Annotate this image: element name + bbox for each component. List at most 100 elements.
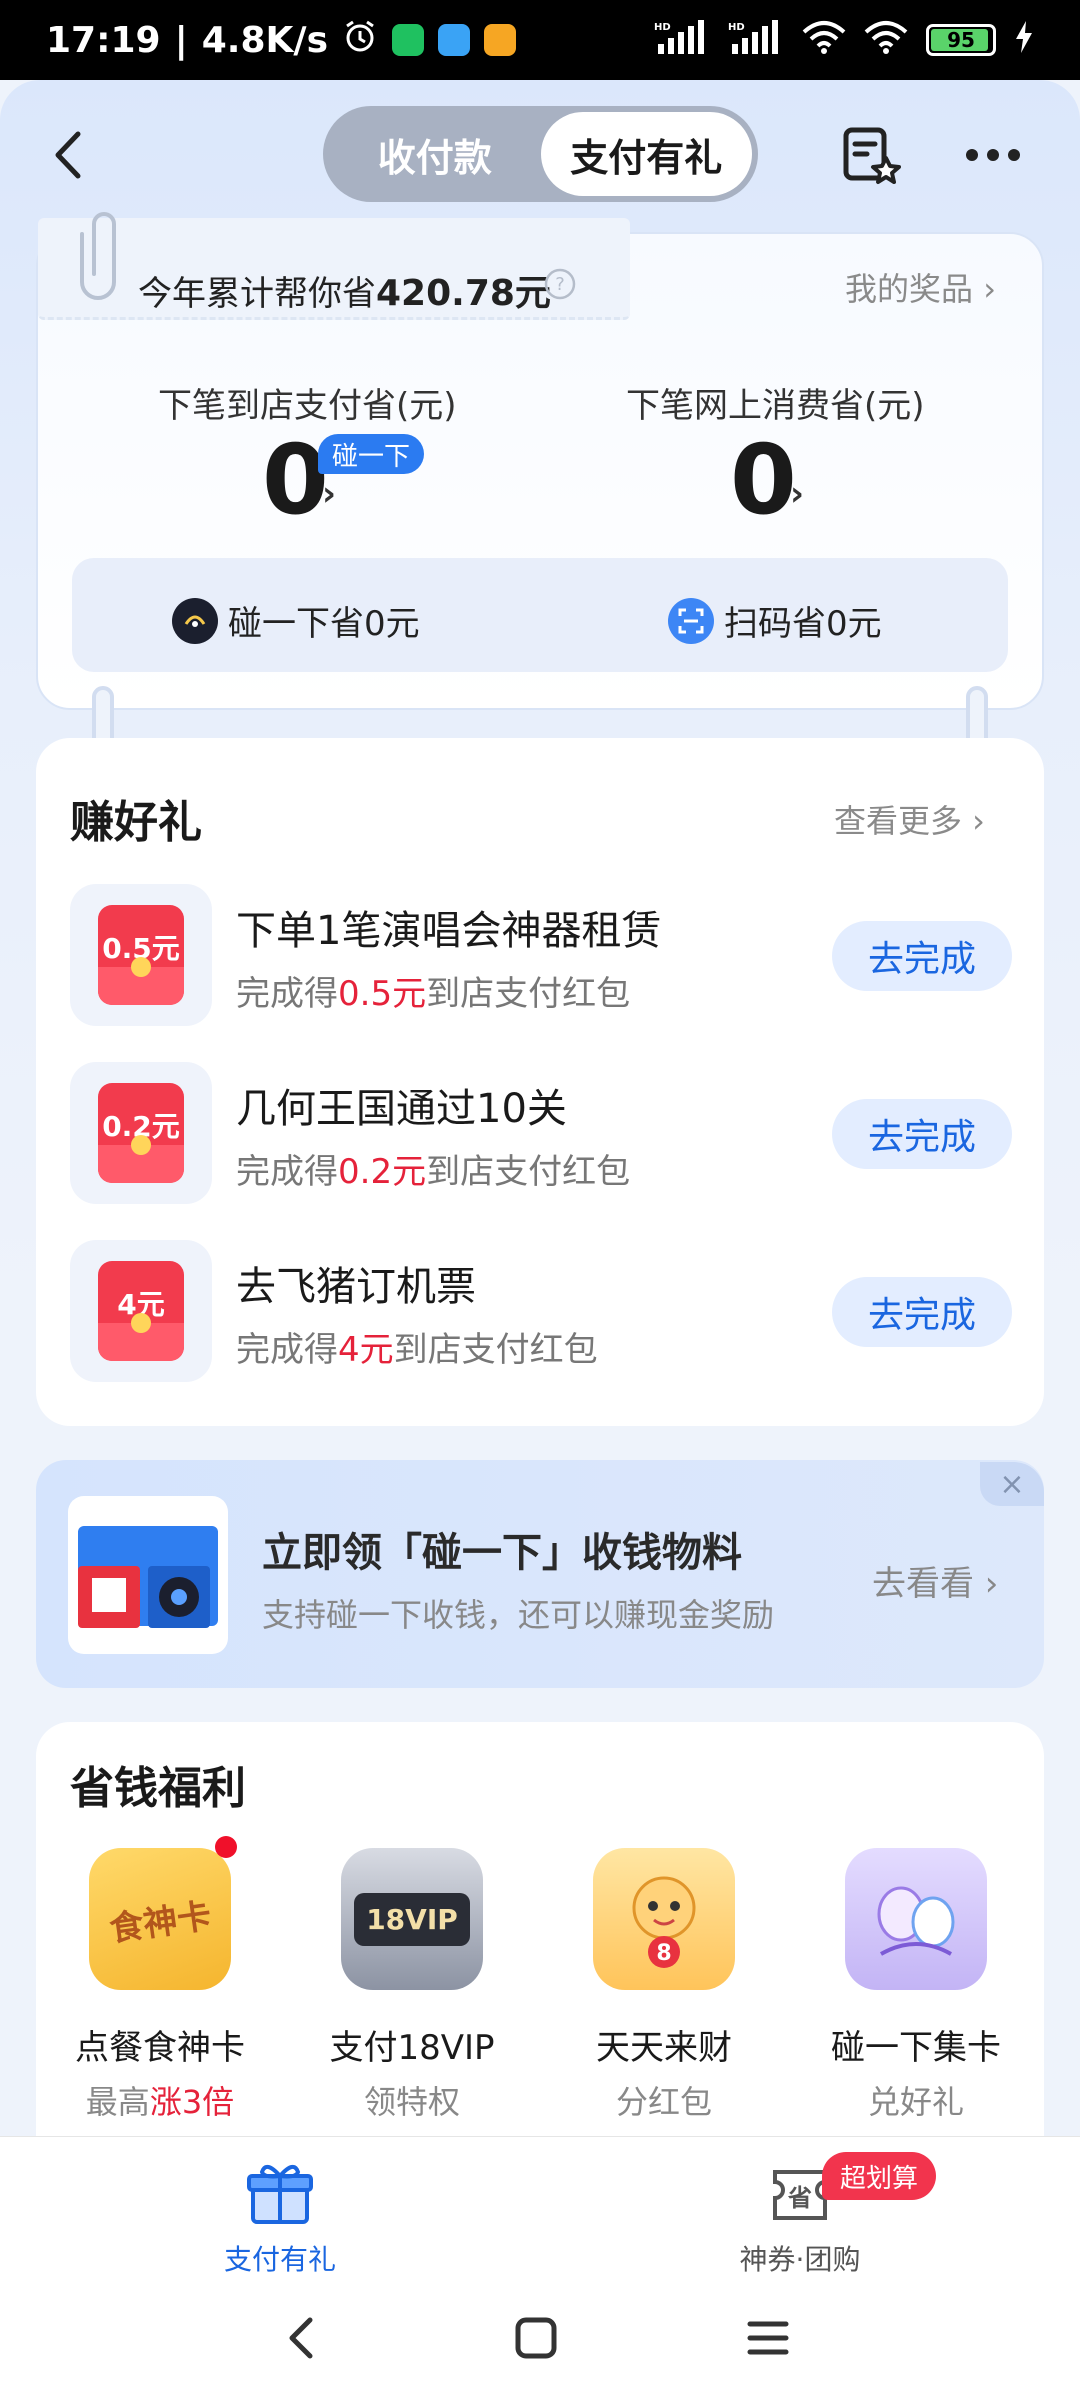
task-reward-suffix: 到店支付红包 — [393, 1330, 598, 1370]
task-reward-prefix: 完成得 — [236, 974, 338, 1014]
nav-back-icon[interactable] — [272, 2308, 332, 2368]
wifi-icon-2 — [864, 20, 908, 60]
wifi-icon — [802, 20, 846, 60]
task-reward-suffix: 到店支付红包 — [426, 974, 631, 1014]
tap-savings[interactable]: 碰一下省0元 — [172, 596, 420, 645]
red-packet-icon: 0.2元 — [98, 1083, 184, 1183]
yearly-savings-label: 今年累计帮你省 — [138, 274, 376, 314]
welfare-item-sub: 分红包 — [544, 2077, 784, 2123]
food-card-icon: 食神卡 — [89, 1836, 237, 1990]
task-reward: 完成得4元到店支付红包 — [236, 1322, 598, 1371]
battery-icon: 95 — [926, 24, 996, 56]
welfare-item-sub-prefix: 领特权 — [363, 2083, 460, 2121]
svg-text:?: ? — [555, 274, 565, 295]
signal-icon: HD — [654, 20, 710, 60]
notification-dot — [215, 1836, 237, 1858]
task-reward: 完成得0.5元到店支付红包 — [236, 966, 630, 1015]
scan-icon — [668, 597, 714, 644]
clock: 17:19 — [46, 19, 161, 61]
fortune-character-icon: 8 — [593, 1848, 735, 1990]
charging-icon — [1014, 21, 1034, 59]
tap-savings-text: 碰一下省0元 — [228, 604, 420, 644]
tab-payment-gifts[interactable]: 支付有礼 — [540, 112, 752, 196]
header: 收付款 支付有礼 — [0, 100, 1080, 210]
welfare-item-sub-prefix: 最高 — [85, 2083, 150, 2121]
store-pay-value[interactable]: 0 — [262, 424, 329, 536]
welfare-item[interactable]: 碰一下集卡 兑好礼 — [796, 1848, 1036, 2123]
online-pay-value[interactable]: 0 — [730, 424, 797, 536]
app-notification-icon — [438, 24, 470, 56]
store-pay-arrow[interactable]: › — [322, 474, 336, 514]
welfare-item-sub-prefix: 兑好礼 — [867, 2083, 964, 2121]
battery-text: 95 — [947, 28, 975, 52]
go-complete-button[interactable]: 去完成 — [832, 1099, 1012, 1169]
welfare-item-sub: 领特权 — [292, 2077, 532, 2123]
yearly-savings-amount: 420.78元 — [376, 273, 551, 314]
gift-icon — [247, 2164, 313, 2224]
welfare-item-name: 支付18VIP — [329, 2028, 495, 2068]
tab-payment-gifts-bottom[interactable]: 支付有礼 — [150, 2158, 410, 2278]
red-packet-icon: 0.5元 — [98, 905, 184, 1005]
task-icon: 0.5元 — [70, 884, 212, 1026]
welfare-item[interactable]: 食神卡 点餐食神卡 最高涨3倍 — [40, 1836, 280, 2123]
tap-badge: 碰一下 — [318, 434, 425, 474]
wechat-icon — [392, 24, 424, 56]
app-notification-icon-2 — [484, 24, 516, 56]
see-more-link[interactable]: 查看更多 › — [834, 796, 985, 842]
red-packet-icon: 4元 — [98, 1261, 184, 1361]
tab-label: 支付有礼 — [223, 2243, 336, 2276]
welfare-item[interactable]: 18VIP 支付18VIP 领特权 — [292, 1848, 532, 2123]
back-button[interactable] — [40, 120, 100, 190]
yearly-savings: 今年累计帮你省420.78元 — [138, 264, 551, 316]
segmented-tabs: 收付款 支付有礼 — [323, 106, 758, 202]
more-icon[interactable] — [958, 120, 1028, 190]
welfare-title: 省钱福利 — [70, 1763, 246, 1814]
task-icon: 0.2元 — [70, 1062, 212, 1204]
promo-go-link[interactable]: 去看看 › — [872, 1556, 998, 1605]
tab-payment[interactable]: 收付款 — [329, 112, 541, 196]
card-collect-icon — [845, 1848, 987, 1990]
welfare-item[interactable]: 8 天天来财 分红包 — [544, 1848, 784, 2123]
task-icon: 4元 — [70, 1240, 212, 1382]
task-reward-amount: 0.2元 — [338, 1152, 427, 1192]
go-complete-button[interactable]: 去完成 — [832, 921, 1012, 991]
welfare-item-sub: 兑好礼 — [796, 2077, 1036, 2123]
signal-icon-2: HD — [728, 20, 784, 60]
paperclip-icon — [78, 204, 128, 304]
welfare-item-sub-prefix: 分红包 — [615, 2083, 712, 2121]
welfare-item-name: 点餐食神卡 — [75, 2028, 245, 2068]
separator: | — [174, 19, 188, 61]
promo-subtitle: 支持碰一下收钱，还可以赚现金奖励 — [262, 1596, 775, 1634]
status-bar: 17:19 | 4.8K/s HD HD 95 — [0, 0, 1080, 80]
scan-savings[interactable]: 扫码省0元 — [668, 596, 882, 645]
vip-icon-text: 18VIP — [354, 1892, 470, 1946]
food-card-icon-text: 食神卡 — [107, 1895, 214, 1950]
svg-text:HD: HD — [654, 22, 671, 33]
nav-recents-icon[interactable] — [738, 2308, 798, 2368]
promo-title: 立即领「碰一下」收钱物料 — [262, 1530, 742, 1576]
coupon-icon-text: 省 — [787, 2184, 812, 2212]
online-pay-label: 下笔网上消费省(元) — [626, 386, 925, 426]
svg-text:HD: HD — [728, 22, 745, 33]
deal-badge: 超划算 — [822, 2152, 937, 2200]
network-speed: 4.8K/s — [201, 19, 328, 61]
nav-home-icon[interactable] — [506, 2308, 566, 2368]
tab-label: 神券·团购 — [739, 2243, 861, 2276]
welfare-item-name: 碰一下集卡 — [831, 2028, 1001, 2068]
tap-device-icon — [172, 597, 218, 644]
help-icon[interactable]: ? — [544, 268, 576, 300]
welfare-item-sub-highlight: 涨3倍 — [149, 2083, 235, 2121]
chevron-left-icon — [55, 131, 81, 179]
alarm-icon — [342, 18, 378, 63]
task-reward-amount: 4元 — [338, 1330, 394, 1370]
task-title: 去飞猪订机票 — [236, 1264, 476, 1310]
task-reward-amount: 0.5元 — [338, 974, 427, 1014]
bill-star-icon[interactable] — [836, 120, 906, 190]
task-reward-prefix: 完成得 — [236, 1152, 338, 1192]
fortune-icon-text: 8 — [656, 1941, 671, 1966]
scan-savings-text: 扫码省0元 — [724, 604, 882, 644]
my-prize-link[interactable]: 我的奖品 › — [845, 264, 996, 310]
online-pay-arrow[interactable]: › — [790, 474, 804, 514]
promo-materials-image — [68, 1496, 228, 1654]
go-complete-button[interactable]: 去完成 — [832, 1277, 1012, 1347]
